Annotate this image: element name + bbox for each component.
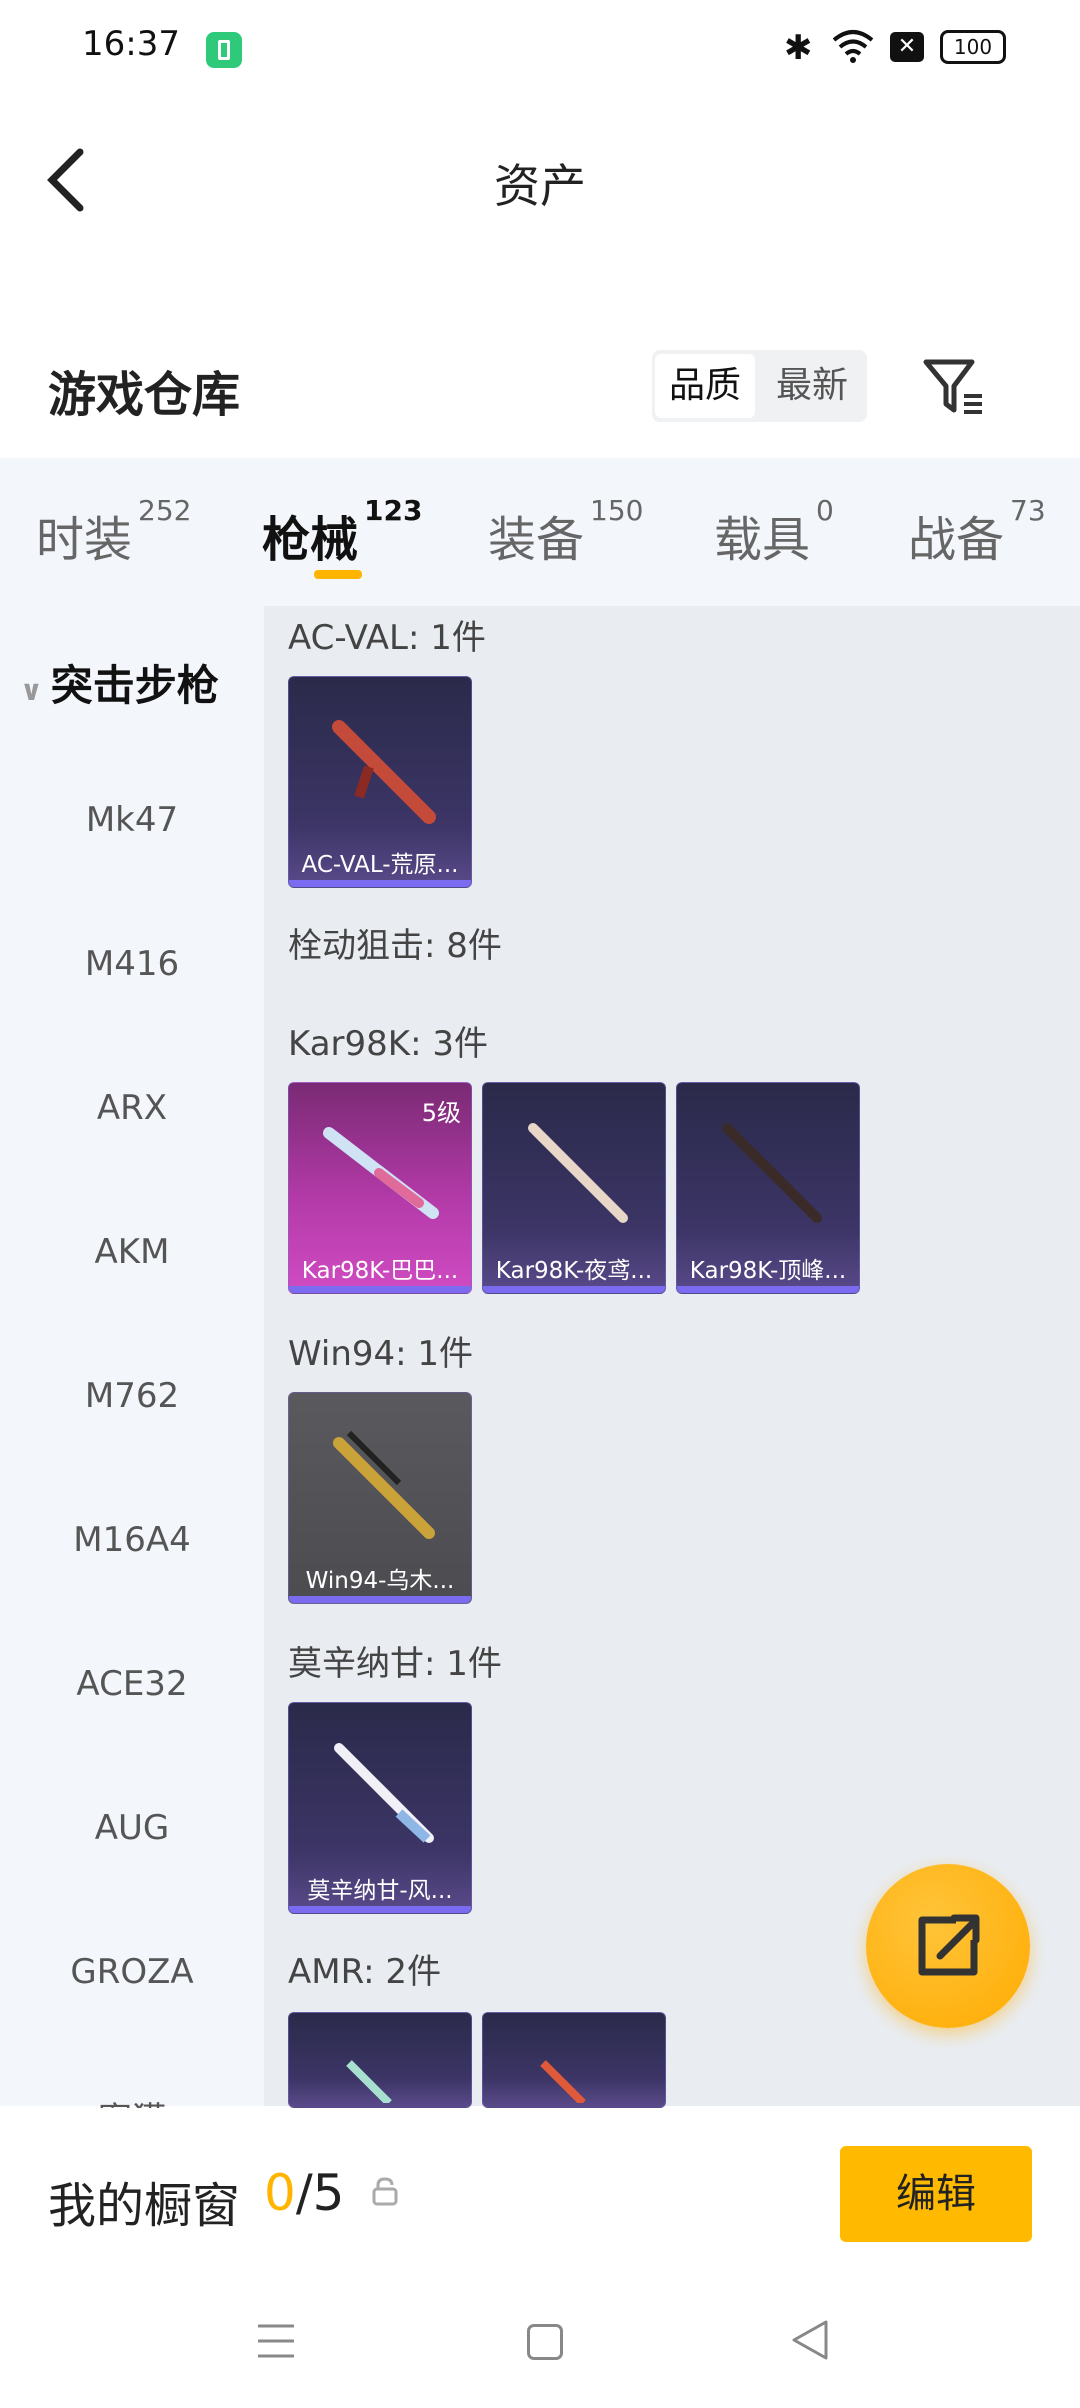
rifle-icon [346,2060,392,2103]
group-title-mosin: 莫辛纳甘: 1件 [288,1644,502,1684]
chevron-down-icon: ∨ [20,674,43,707]
weapon-card-win94[interactable]: Win94-乌木... [288,1392,472,1604]
rifle-icon [333,1430,435,1539]
tab-vehicles[interactable]: 载具0 [714,494,834,570]
weapon-card-acval[interactable]: AC-VAL-荒原... [288,676,472,888]
group-title-acval: AC-VAL: 1件 [288,618,486,658]
weapon-card-kar98k-2[interactable]: Kar98K-夜鸢... [482,1082,666,1294]
group-title-win94: Win94: 1件 [288,1334,474,1374]
rifle-icon [332,720,436,824]
weapon-card-amr-1[interactable] [288,2012,472,2108]
sidebar-item-groza[interactable]: GROZA [0,1952,264,1992]
weapon-card-mosin[interactable]: 莫辛纳甘-风... [288,1702,472,1914]
rifle-icon [323,1127,439,1219]
status-time: 16:37 [82,24,180,64]
rifle-icon [540,2060,586,2103]
sort-newest-button[interactable]: 最新 [760,354,864,418]
tab-equipment[interactable]: 装备150 [488,494,643,570]
group-title-bolt-action: 栓动狙击: 8件 [288,926,502,966]
lock-icon [372,2177,398,2206]
sort-quality-button[interactable]: 品质 [655,354,755,418]
active-tab-indicator [314,570,362,579]
sidebar-header-assault-rifles[interactable]: ∨ 突击步枪 [20,652,219,713]
nav-home-icon[interactable] [527,2324,563,2360]
showcase-count: 0/5 [264,2164,345,2222]
tab-supplies[interactable]: 战备73 [908,494,1046,570]
warehouse-title: 游戏仓库 [48,367,241,423]
tab-fashion[interactable]: 时装252 [36,494,191,570]
page-title: 资产 [494,159,586,213]
rifle-icon [722,1123,822,1223]
nav-back-icon[interactable] [790,2318,830,2362]
edit-button[interactable]: 编辑 [840,2146,1032,2242]
rifle-icon [334,1743,434,1843]
group-title-amr: AMR: 2件 [288,1952,442,1992]
wifi-icon [832,30,874,63]
showcase-label: 我的橱窗 [48,2178,241,2234]
sidebar-item-m16a4[interactable]: M16A4 [0,1520,264,1560]
no-sim-icon: ✕ [890,32,924,62]
battery-saver-icon [206,32,242,68]
sidebar-item-akm[interactable]: AKM [0,1232,264,1272]
tab-weapons[interactable]: 枪械123 [262,494,422,570]
filter-icon[interactable] [922,358,986,418]
share-button[interactable] [866,1864,1030,2028]
sidebar-item-m762[interactable]: M762 [0,1376,264,1416]
sidebar-item-mk47[interactable]: Mk47 [0,800,264,840]
weapon-card-amr-2[interactable] [482,2012,666,2108]
battery-indicator: 100 [940,30,1006,64]
bluetooth-icon: ✱ [784,28,813,68]
nav-menu-icon[interactable] [256,2322,296,2360]
rifle-icon [528,1123,628,1223]
weapon-card-kar98k-1[interactable]: 5级 Kar98K-巴巴... [288,1082,472,1294]
sidebar-item-aug[interactable]: AUG [0,1808,264,1848]
share-icon [918,1914,980,1976]
group-title-kar98k: Kar98K: 3件 [288,1024,488,1064]
sidebar-item-ace32[interactable]: ACE32 [0,1664,264,1704]
sidebar-item-m416[interactable]: M416 [0,944,264,984]
sidebar-item-arx[interactable]: ARX [0,1088,264,1128]
weapon-card-kar98k-3[interactable]: Kar98K-顶峰... [676,1082,860,1294]
